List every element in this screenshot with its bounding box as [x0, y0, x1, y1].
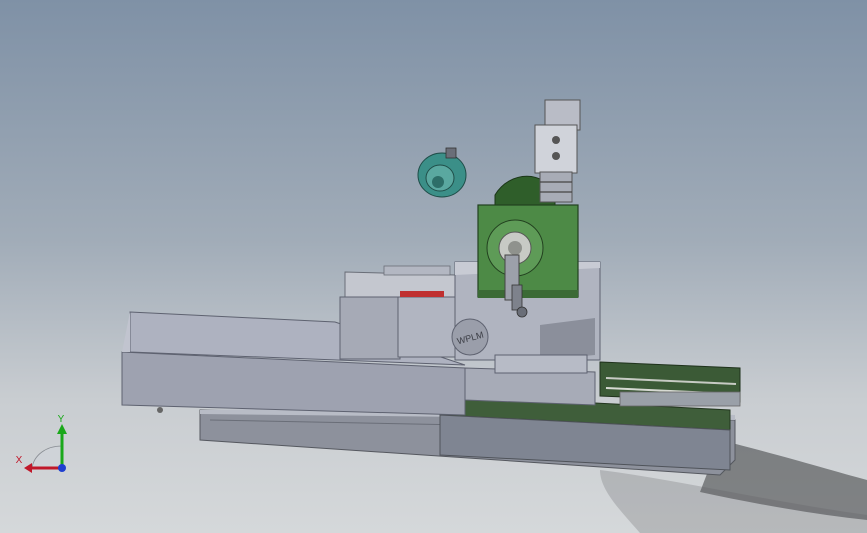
triad-plane-indicator: [31, 445, 63, 469]
spindle-housing-base: [478, 290, 578, 298]
headstock-recess: [540, 318, 595, 360]
triad-x-label: X: [16, 455, 23, 466]
tool-arm-link: [511, 284, 523, 311]
triad-y-label: Y: [58, 414, 65, 425]
spindle-bore: [508, 241, 522, 255]
tool-arm-pivot: [516, 306, 528, 318]
carriage-plate: [619, 391, 741, 407]
main-bed-left: [122, 312, 130, 352]
coordinate-triad: Y X: [16, 414, 67, 473]
cad-model-scene[interactable]: WPLM: [0, 0, 867, 533]
motor-housing-front[interactable]: [339, 296, 401, 360]
x-axis-arrow: [24, 463, 32, 473]
floating-chuck[interactable]: [417, 147, 467, 198]
main-bed-right-block: [464, 367, 596, 406]
motor-housing-side: [397, 296, 457, 358]
clamp-bolt-1: [552, 136, 560, 144]
motor-label-plate: [400, 291, 444, 297]
clamp-column: [534, 124, 578, 174]
clamp-bolt-2: [552, 152, 560, 160]
y-axis-arrow: [57, 424, 67, 434]
motor-top-fin: [383, 265, 451, 276]
headstock-foot: [494, 354, 588, 374]
foot-bolt: [157, 407, 163, 413]
z-axis-dot: [58, 464, 66, 472]
graphics-viewport[interactable]: WPLM Y X: [0, 0, 867, 533]
clamp-spring-block: [539, 171, 573, 203]
